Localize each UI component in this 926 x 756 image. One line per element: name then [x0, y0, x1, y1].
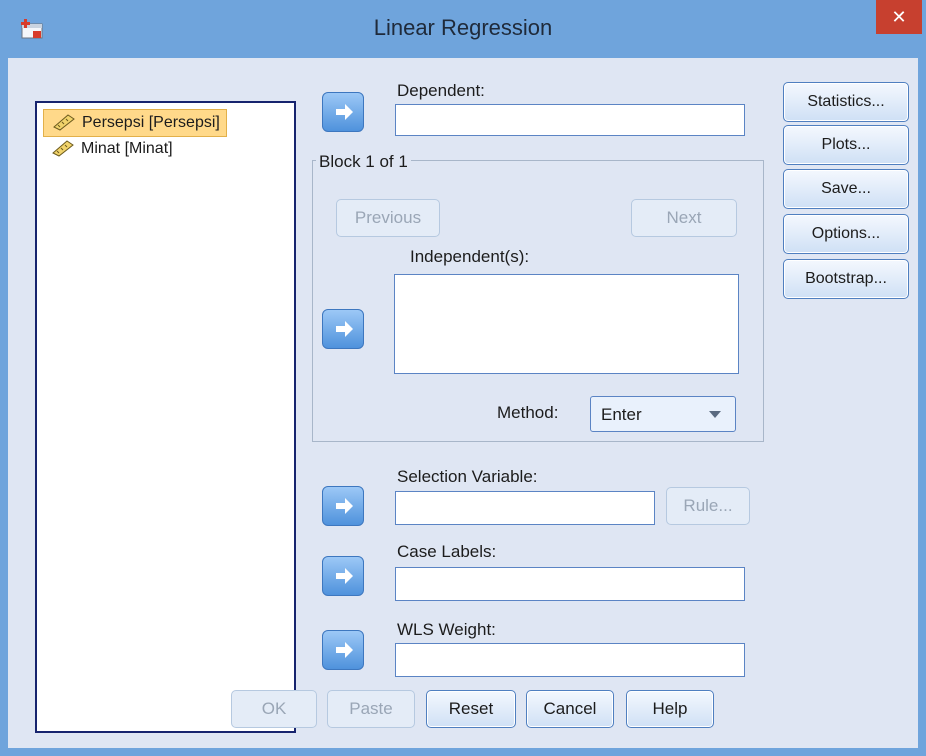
bootstrap-button[interactable]: Bootstrap...	[783, 259, 909, 299]
arrow-right-icon	[336, 321, 353, 337]
ruler-icon	[52, 140, 74, 157]
wls-weight-field[interactable]	[395, 643, 745, 677]
case-labels-field[interactable]	[395, 567, 745, 601]
previous-button[interactable]: Previous	[336, 199, 440, 237]
next-button[interactable]: Next	[631, 199, 737, 237]
arrow-right-icon	[336, 104, 353, 120]
arrow-right-icon	[336, 568, 353, 584]
title-bar[interactable]: Linear Regression ✕	[0, 0, 926, 58]
move-to-case-labels-button[interactable]	[322, 556, 364, 596]
method-value: Enter	[601, 405, 642, 424]
save-button[interactable]: Save...	[783, 169, 909, 209]
dependent-field[interactable]	[395, 104, 745, 136]
selection-variable-field[interactable]	[395, 491, 655, 525]
rule-button[interactable]: Rule...	[666, 487, 750, 525]
independent-list[interactable]	[394, 274, 739, 374]
dialog-body: Persepsi [Persepsi] Minat [Minat] Depend…	[8, 58, 918, 748]
method-select[interactable]: Enter	[590, 396, 736, 432]
ok-button[interactable]: OK	[231, 690, 317, 728]
arrow-right-icon	[336, 498, 353, 514]
method-label: Method:	[497, 403, 559, 422]
move-to-independent-button[interactable]	[322, 309, 364, 349]
move-to-wls-button[interactable]	[322, 630, 364, 670]
statistics-button[interactable]: Statistics...	[783, 82, 909, 122]
variable-label: Minat [Minat]	[81, 140, 173, 157]
move-to-dependent-button[interactable]	[322, 92, 364, 132]
cancel-button[interactable]: Cancel	[526, 690, 614, 728]
variable-list[interactable]: Persepsi [Persepsi] Minat [Minat]	[35, 101, 296, 733]
close-button[interactable]: ✕	[876, 0, 922, 34]
case-labels-label: Case Labels:	[397, 542, 497, 561]
paste-button[interactable]: Paste	[327, 690, 415, 728]
block-title: Block 1 of 1	[316, 152, 411, 172]
selection-variable-label: Selection Variable:	[397, 467, 538, 486]
help-button[interactable]: Help	[626, 690, 714, 728]
arrow-right-icon	[336, 642, 353, 658]
variable-item-minat[interactable]: Minat [Minat]	[43, 136, 179, 162]
variable-item-persepsi[interactable]: Persepsi [Persepsi]	[43, 109, 227, 137]
window-title: Linear Regression	[373, 15, 553, 40]
ruler-icon	[53, 114, 75, 131]
close-icon: ✕	[891, 7, 907, 27]
variable-label: Persepsi [Persepsi]	[82, 114, 220, 131]
dialog-window: Linear Regression ✕ Persepsi [Persepsi]	[0, 0, 926, 756]
wls-weight-label: WLS Weight:	[397, 620, 496, 639]
move-to-selection-button[interactable]	[322, 486, 364, 526]
options-button[interactable]: Options...	[783, 214, 909, 254]
reset-button[interactable]: Reset	[426, 690, 516, 728]
independent-label: Independent(s):	[410, 247, 530, 266]
chevron-down-icon	[709, 411, 721, 418]
plots-button[interactable]: Plots...	[783, 125, 909, 165]
dependent-label: Dependent:	[397, 81, 485, 100]
